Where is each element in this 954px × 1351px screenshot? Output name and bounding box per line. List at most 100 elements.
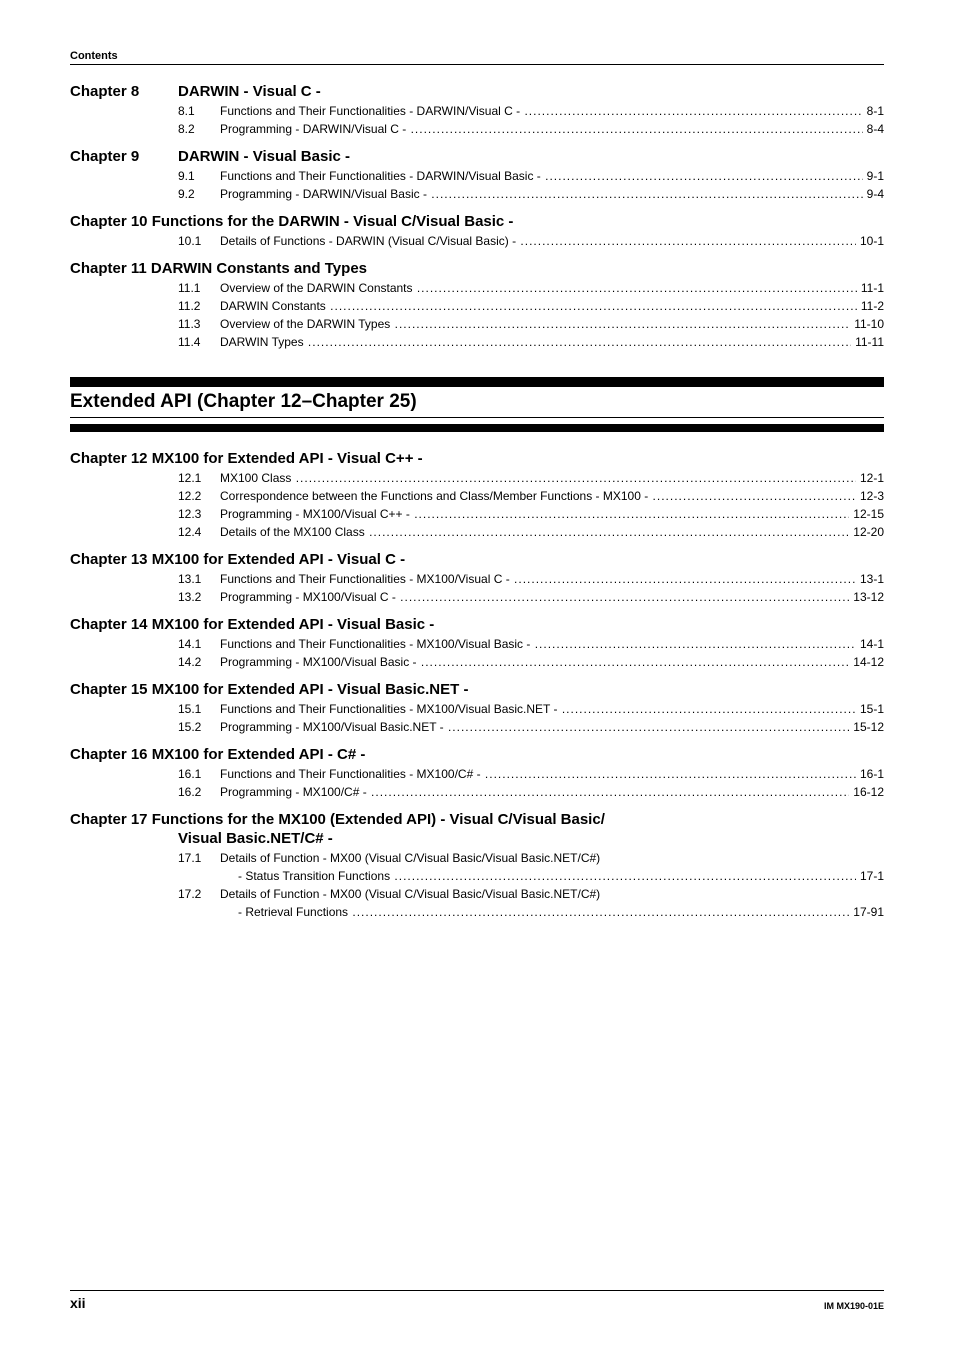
- chapter-block: Chapter 12 MX100 for Extended API - Visu…: [70, 450, 884, 541]
- entry-title: Details of Function - MX00 (Visual C/Vis…: [220, 849, 884, 867]
- entry-number: 11.3: [178, 315, 220, 333]
- toc-entry: 9.2Programming - DARWIN/Visual Basic -9-…: [178, 185, 884, 203]
- toc-entry: 15.2Programming - MX100/Visual Basic.NET…: [178, 718, 884, 736]
- entry-number: 9.2: [178, 185, 220, 203]
- entry-title: Details of Function - MX00 (Visual C/Vis…: [220, 885, 884, 903]
- entry-page: 8-4: [863, 120, 884, 138]
- chapter-heading-cont: Visual Basic.NET/C# -: [178, 830, 884, 847]
- entry-number: 15.2: [178, 718, 220, 736]
- entry-title: Overview of the DARWIN Types: [220, 315, 850, 333]
- toc-entry: 11.2DARWIN Constants11-2: [178, 297, 884, 315]
- entry-number: 17.1: [178, 849, 220, 867]
- chapter-heading: Chapter 12 MX100 for Extended API - Visu…: [70, 450, 884, 467]
- entry-page: 14-1: [856, 635, 884, 653]
- toc-entry: 12.2Correspondence between the Functions…: [178, 487, 884, 505]
- entry-number: 8.1: [178, 102, 220, 120]
- toc-entry-sub: - Status Transition Functions17-1: [178, 867, 884, 885]
- entry-page: 11-1: [857, 279, 884, 297]
- toc-entry-sub: - Retrieval Functions17-91: [178, 903, 884, 921]
- chapter-title: DARWIN - Visual C -: [178, 83, 884, 100]
- entry-page: 8-1: [863, 102, 884, 120]
- running-head: Contents: [70, 50, 884, 65]
- entry-page: 13-12: [849, 588, 884, 606]
- entry-title: Overview of the DARWIN Constants: [220, 279, 857, 297]
- entry-page: 13-1: [856, 570, 884, 588]
- entry-title: Details of the MX100 Class: [220, 523, 849, 541]
- entry-page: 12-1: [856, 469, 884, 487]
- entry-number: 14.1: [178, 635, 220, 653]
- entry-title: MX100 Class: [220, 469, 856, 487]
- chapter-heading: Chapter 15 MX100 for Extended API - Visu…: [70, 681, 884, 698]
- entry-page: 16-12: [849, 783, 884, 801]
- entry-title: Programming - MX100/Visual Basic -: [220, 653, 849, 671]
- toc-entry: 17.1Details of Function - MX00 (Visual C…: [178, 849, 884, 867]
- entry-title: DARWIN Types: [220, 333, 851, 351]
- entry-number: 14.2: [178, 653, 220, 671]
- entry-number: 17.2: [178, 885, 220, 903]
- toc-entry: 12.4Details of the MX100 Class12-20: [178, 523, 884, 541]
- toc-entry: 16.2Programming - MX100/C# -16-12: [178, 783, 884, 801]
- entry-page: 12-20: [849, 523, 884, 541]
- entry-title: Programming - DARWIN/Visual C -: [220, 120, 863, 138]
- part-divider-bottom: [70, 424, 884, 432]
- entry-number: 11.4: [178, 333, 220, 351]
- entry-page: 16-1: [856, 765, 884, 783]
- entry-number: 11.2: [178, 297, 220, 315]
- entry-number: 13.1: [178, 570, 220, 588]
- part-divider-top: [70, 377, 884, 387]
- entry-number: 10.1: [178, 232, 220, 250]
- toc-entry: 15.1Functions and Their Functionalities …: [178, 700, 884, 718]
- entry-title: Functions and Their Functionalities - MX…: [220, 700, 856, 718]
- entry-page: 12-3: [856, 487, 884, 505]
- toc-entry: 14.2Programming - MX100/Visual Basic -14…: [178, 653, 884, 671]
- toc-entry: 17.2Details of Function - MX00 (Visual C…: [178, 885, 884, 903]
- toc-entry: 11.3Overview of the DARWIN Types11-10: [178, 315, 884, 333]
- chapter-block: Chapter 15 MX100 for Extended API - Visu…: [70, 681, 884, 736]
- page-footer: xii IM MX190-01E: [70, 1290, 884, 1311]
- entry-number: 12.4: [178, 523, 220, 541]
- entry-title: Correspondence between the Functions and…: [220, 487, 856, 505]
- toc-entry: 12.3Programming - MX100/Visual C++ -12-1…: [178, 505, 884, 523]
- chapter-heading: Chapter 9DARWIN - Visual Basic -: [70, 148, 884, 165]
- entry-page: 14-12: [849, 653, 884, 671]
- entry-number: 12.1: [178, 469, 220, 487]
- entry-title: Functions and Their Functionalities - MX…: [220, 765, 856, 783]
- footer-page-number: xii: [70, 1295, 86, 1311]
- chapter-heading: Chapter 8DARWIN - Visual C -: [70, 83, 884, 100]
- entry-number: 15.1: [178, 700, 220, 718]
- footer-doc-code: IM MX190-01E: [824, 1301, 884, 1311]
- chapter-block: Chapter 13 MX100 for Extended API - Visu…: [70, 551, 884, 606]
- toc-entry: 14.1Functions and Their Functionalities …: [178, 635, 884, 653]
- entry-number: 12.3: [178, 505, 220, 523]
- chapter-title: DARWIN - Visual Basic -: [178, 148, 884, 165]
- entry-title: Details of Functions - DARWIN (Visual C/…: [220, 232, 856, 250]
- chapter-heading: Chapter 10 Functions for the DARWIN - Vi…: [70, 213, 884, 230]
- part-heading: Extended API (Chapter 12–Chapter 25): [70, 391, 884, 418]
- entry-number: 13.2: [178, 588, 220, 606]
- toc-entry: 9.1Functions and Their Functionalities -…: [178, 167, 884, 185]
- entry-title: Programming - MX100/C# -: [220, 783, 849, 801]
- entry-page: 11-10: [850, 315, 884, 333]
- toc-entry: 16.1Functions and Their Functionalities …: [178, 765, 884, 783]
- entry-number: 16.2: [178, 783, 220, 801]
- entry-number: 11.1: [178, 279, 220, 297]
- chapter-block: Chapter 8DARWIN - Visual C - 8.1Functions…: [70, 83, 884, 138]
- toc-entry: 13.1Functions and Their Functionalities …: [178, 570, 884, 588]
- chapter-label: Chapter 9: [70, 148, 178, 165]
- entry-page: 9-1: [863, 167, 884, 185]
- entry-page: 12-15: [849, 505, 884, 523]
- toc-entry: 13.2Programming - MX100/Visual C -13-12: [178, 588, 884, 606]
- entry-title: Functions and Their Functionalities - DA…: [220, 167, 863, 185]
- chapter-block: Chapter 17 Functions for the MX100 (Exte…: [70, 811, 884, 921]
- entry-title: Programming - MX100/Visual C++ -: [220, 505, 849, 523]
- entry-title: Programming - MX100/Visual Basic.NET -: [220, 718, 849, 736]
- entry-title: Functions and Their Functionalities - DA…: [220, 102, 863, 120]
- entry-number: 8.2: [178, 120, 220, 138]
- entry-subtitle: - Status Transition Functions: [220, 867, 856, 885]
- entry-subtitle: - Retrieval Functions: [220, 903, 849, 921]
- entry-page: 10-1: [856, 232, 884, 250]
- chapter-block: Chapter 14 MX100 for Extended API - Visu…: [70, 616, 884, 671]
- entry-page: 15-1: [856, 700, 884, 718]
- chapter-label: Chapter 8: [70, 83, 178, 100]
- entry-title: Functions and Their Functionalities - MX…: [220, 635, 856, 653]
